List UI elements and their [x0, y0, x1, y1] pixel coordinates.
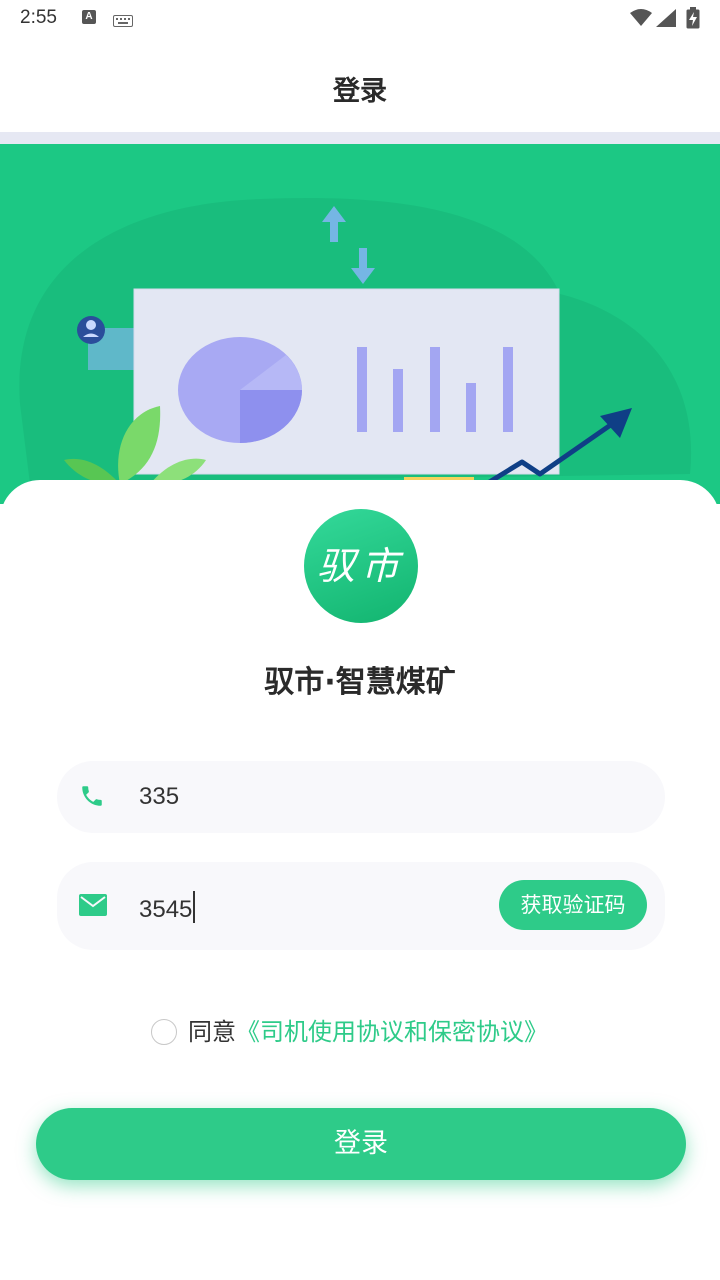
- login-button[interactable]: 登录: [36, 1108, 686, 1180]
- app-header: 登录: [0, 36, 720, 132]
- wifi-icon: [630, 9, 652, 31]
- text-caret: [193, 891, 195, 923]
- get-code-button[interactable]: 获取验证码: [499, 880, 647, 930]
- agreement-prefix: 同意: [188, 1018, 236, 1046]
- code-input-value[interactable]: 3545: [139, 891, 195, 924]
- phone-field[interactable]: 335: [57, 761, 665, 833]
- hero-illustration: [19, 197, 692, 497]
- notification-a-icon: A: [82, 10, 96, 24]
- keyboard-icon: [113, 12, 133, 31]
- status-time: 2:55: [20, 7, 57, 28]
- battery-charging-icon: [686, 7, 700, 33]
- phone-input-value[interactable]: 335: [139, 783, 179, 811]
- header-divider: [0, 132, 720, 144]
- status-bar: 2:55 A: [0, 0, 720, 36]
- app-logo: 驭市: [304, 509, 418, 623]
- hero-banner: [0, 144, 720, 504]
- cellular-signal-icon: [656, 9, 676, 31]
- verification-code-field[interactable]: 3545 获取验证码: [57, 862, 665, 950]
- phone-icon: [79, 783, 105, 813]
- agreement-checkbox[interactable]: [151, 1019, 177, 1045]
- app-name: 驭市·智慧煤矿: [264, 665, 456, 700]
- agreement-link[interactable]: 《司机使用协议和保密协议》: [236, 1014, 548, 1050]
- mail-icon: [79, 894, 107, 920]
- page-title: 登录: [333, 76, 387, 107]
